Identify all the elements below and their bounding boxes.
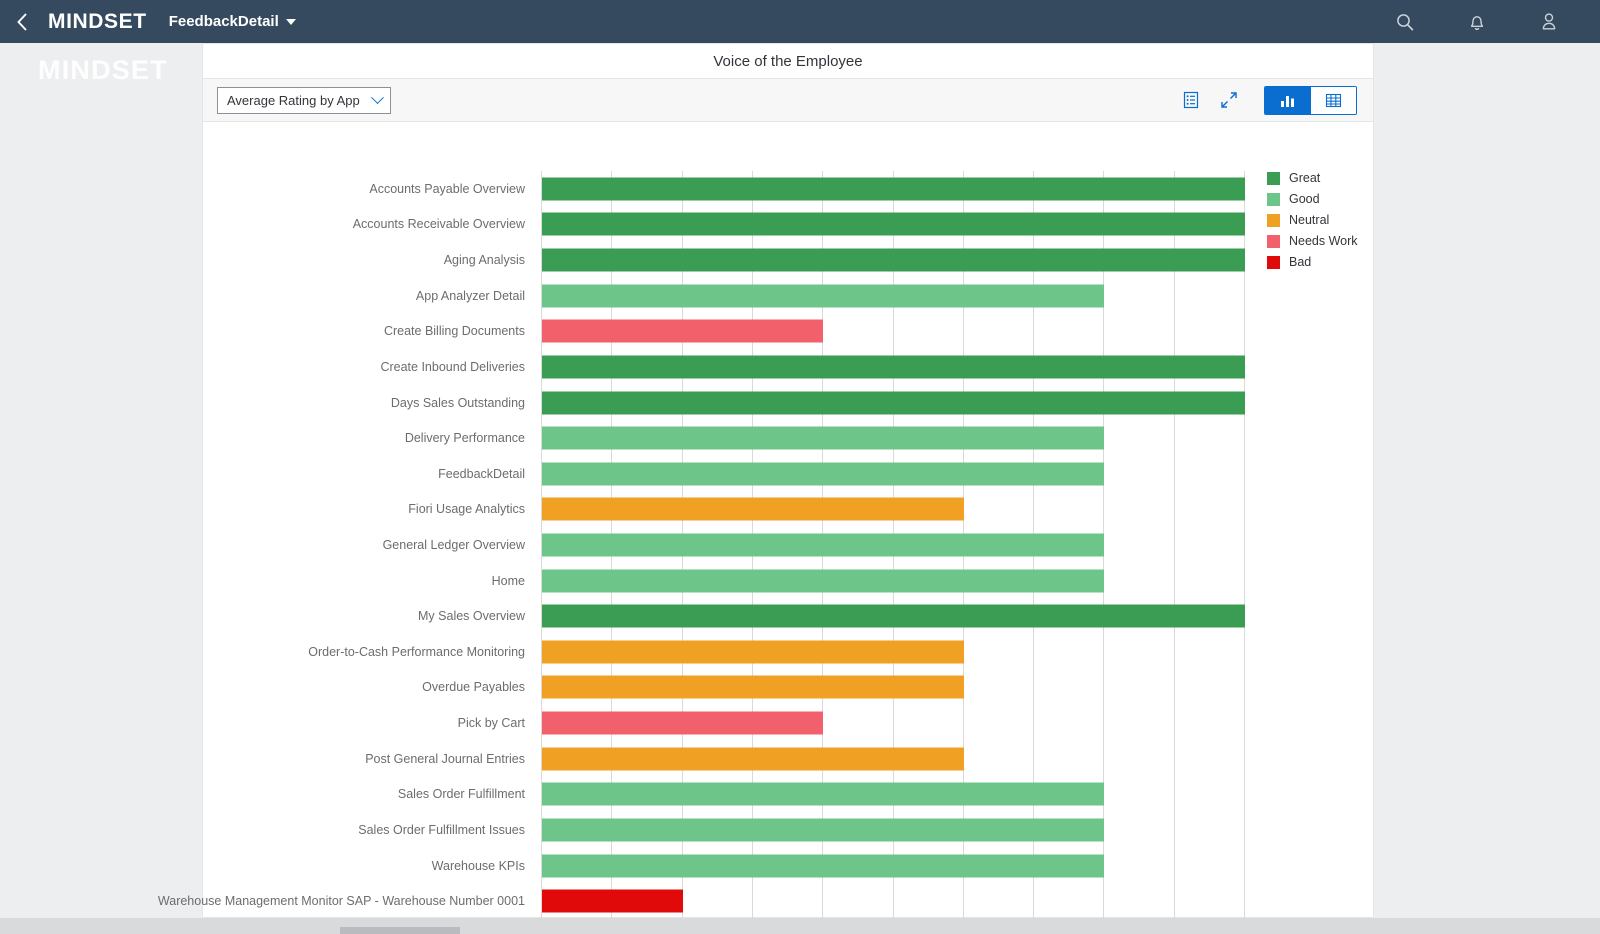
bar-chart-icon	[1281, 95, 1294, 107]
gridline	[1244, 171, 1245, 919]
bar[interactable]	[542, 319, 824, 343]
user-profile-button[interactable]	[1536, 9, 1562, 35]
back-button[interactable]	[0, 0, 44, 43]
application-root: MINDSET FeedbackDetail MINDSET Voice of …	[0, 0, 1600, 934]
y-axis-label: Order-to-Cash Performance Monitoring	[308, 644, 525, 659]
bar[interactable]	[542, 818, 1105, 842]
chevron-left-icon	[16, 12, 27, 31]
legend-item[interactable]: Great	[1267, 171, 1358, 185]
search-button[interactable]	[1392, 9, 1418, 35]
taskbar-item[interactable]	[340, 927, 460, 934]
legend-label: Neutral	[1289, 213, 1330, 227]
chart-legend: Great Good Neutral Needs Work Bad	[1267, 171, 1358, 269]
y-axis-label: General Ledger Overview	[382, 538, 525, 552]
notifications-button[interactable]	[1464, 9, 1490, 35]
bar[interactable]	[542, 747, 964, 771]
bar[interactable]	[542, 711, 824, 735]
gridline	[1173, 171, 1175, 919]
y-axis-label: App Analyzer Detail	[415, 288, 525, 303]
y-axis-label: Accounts Receivable Overview	[352, 217, 525, 232]
legend-swatch	[1267, 171, 1280, 185]
bell-icon	[1470, 16, 1484, 30]
chevron-down-icon	[371, 90, 384, 104]
plot-area	[541, 171, 1245, 919]
analytics-card: Voice of the Employee Average Rating by …	[158, 43, 1374, 934]
legend-swatch	[1267, 213, 1280, 227]
chart-container: Accounts Payable Overview Accounts Receiv…	[158, 122, 1373, 934]
y-axis-label: Warehouse Management Monitor SAP - Wareh…	[157, 894, 525, 909]
y-axis-label: Create Inbound Deliveries	[380, 359, 525, 374]
legend-label: Bad	[1289, 255, 1312, 269]
bar[interactable]	[542, 426, 1105, 450]
legend-item[interactable]: Needs Work	[1267, 234, 1358, 248]
bar[interactable]	[542, 533, 1105, 557]
bar[interactable]	[542, 889, 683, 913]
bar[interactable]	[542, 675, 964, 699]
legend-details-icon	[1183, 91, 1199, 109]
bar[interactable]	[542, 604, 1245, 628]
legend-label: Needs Work	[1289, 234, 1358, 248]
view-switch	[1264, 85, 1357, 115]
y-axis-label: My Sales Overview	[418, 609, 525, 624]
shell-bar: MINDSET FeedbackDetail	[0, 0, 1600, 43]
taskbar-strip	[0, 918, 1600, 934]
y-axis-label: Post General Journal Entries	[365, 751, 525, 766]
shell-logo: MINDSET	[48, 9, 147, 33]
y-axis-label: Home	[491, 573, 525, 588]
legend-item[interactable]: Good	[1267, 192, 1358, 206]
bar[interactable]	[542, 782, 1105, 806]
fullscreen-expand-icon	[1221, 92, 1237, 108]
legend-item[interactable]: Bad	[1267, 255, 1358, 269]
tab-table-view[interactable]	[1311, 86, 1356, 114]
y-axis-label: Overdue Payables	[422, 680, 525, 695]
search-icon	[1397, 13, 1414, 30]
bar[interactable]	[542, 284, 1105, 308]
bar[interactable]	[542, 462, 1105, 486]
y-axis-label: Aging Analysis	[443, 253, 525, 268]
caret-down-icon	[285, 18, 296, 25]
table-grid-icon	[1325, 93, 1342, 107]
y-axis-label: Delivery Performance	[404, 431, 525, 446]
bar[interactable]	[542, 854, 1105, 878]
y-axis-label: Days Sales Outstanding	[390, 395, 525, 410]
branding-logo: MINDSET	[38, 55, 168, 85]
bar[interactable]	[542, 355, 1245, 379]
chart-toolbar: Average Rating by App	[203, 78, 1373, 122]
details-button[interactable]	[1174, 85, 1208, 115]
dimension-select-value: Average Rating by App	[227, 92, 360, 108]
legend-item[interactable]: Neutral	[1267, 213, 1358, 227]
y-axis-label: Sales Order Fulfillment	[397, 787, 525, 802]
bar[interactable]	[542, 569, 1105, 593]
legend-swatch	[1267, 234, 1280, 248]
legend-swatch	[1267, 255, 1280, 269]
card-header: Voice of the Employee	[203, 44, 1373, 78]
bar[interactable]	[542, 640, 964, 664]
bar[interactable]	[542, 248, 1245, 272]
y-axis-label: Fiori Usage Analytics	[408, 502, 525, 517]
y-axis-label: FeedbackDetail	[438, 466, 525, 481]
y-axis-label: Sales Order Fulfillment Issues	[358, 822, 525, 837]
user-avatar-icon	[1542, 13, 1556, 30]
page-title: Voice of the Employee	[713, 52, 863, 70]
toolbar-actions	[1170, 85, 1357, 115]
bar[interactable]	[542, 177, 1245, 201]
legend-label: Great	[1289, 171, 1321, 185]
left-branding-panel: MINDSET	[0, 43, 202, 934]
bar[interactable]	[542, 212, 1245, 236]
tab-chart-view[interactable]	[1265, 86, 1310, 114]
fullscreen-button[interactable]	[1212, 85, 1246, 115]
shell-actions	[1392, 0, 1600, 43]
bar[interactable]	[542, 391, 1245, 415]
y-axis-labels: Accounts Payable Overview Accounts Receiv…	[158, 171, 533, 919]
app-title-label: FeedbackDetail	[168, 13, 279, 30]
y-axis-label: Warehouse KPIs	[431, 858, 525, 873]
y-axis-label: Accounts Payable Overview	[369, 181, 525, 196]
legend-swatch	[1267, 192, 1280, 206]
y-axis-label: Pick by Cart	[457, 716, 525, 731]
y-axis-label: Create Billing Documents	[383, 324, 525, 339]
app-title-menu[interactable]: FeedbackDetail	[169, 13, 296, 30]
bar[interactable]	[542, 497, 964, 521]
dimension-select[interactable]: Average Rating by App	[217, 86, 391, 114]
legend-label: Good	[1289, 192, 1320, 206]
